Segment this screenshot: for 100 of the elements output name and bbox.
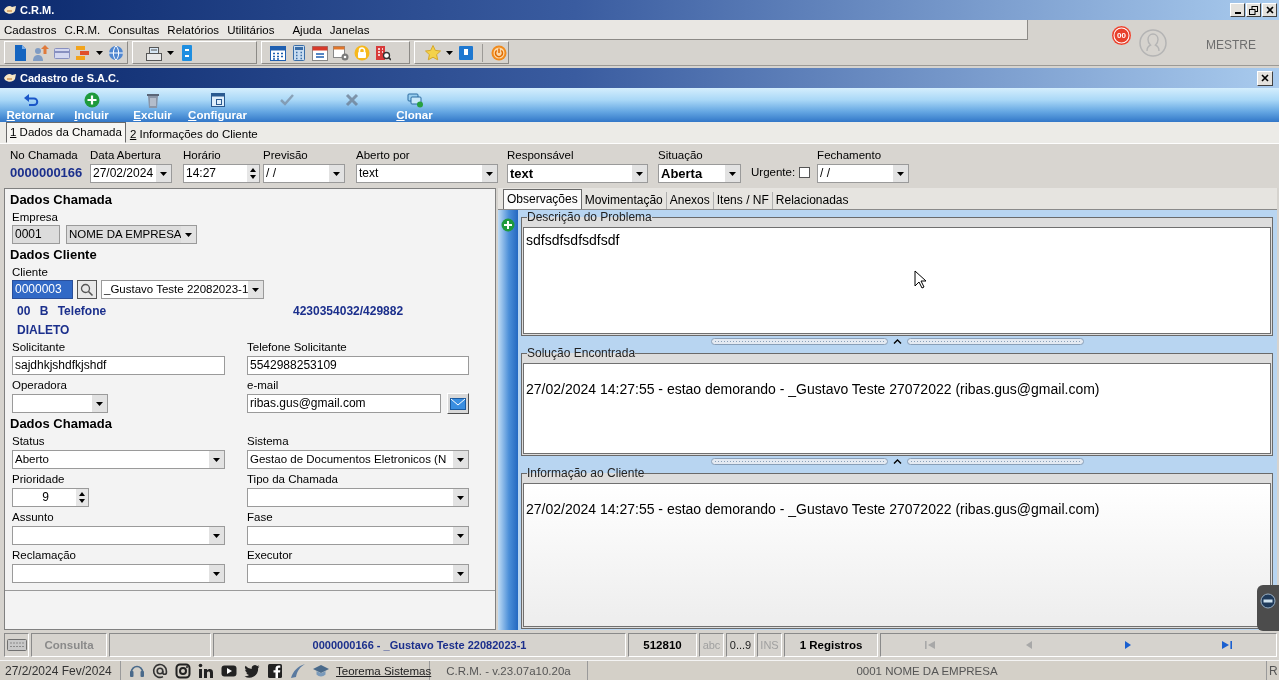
restore-button[interactable] xyxy=(1246,3,1261,17)
tab[interactable]: Relacionadas xyxy=(771,192,852,209)
minimize-button[interactable] xyxy=(1230,3,1245,17)
close-icon xyxy=(1261,74,1269,82)
side-tab-button[interactable] xyxy=(1257,585,1279,631)
graduation-cap-icon[interactable] xyxy=(313,662,329,679)
panel-icon[interactable] xyxy=(458,44,474,61)
calendar-gear-icon[interactable] xyxy=(333,44,349,61)
copy-icon xyxy=(406,92,423,108)
checkbox-label: Urgente: xyxy=(751,165,796,179)
dropdown[interactable] xyxy=(12,394,108,413)
spin-arrows-icon xyxy=(76,489,88,506)
field-label: Responsável xyxy=(507,148,575,162)
calendar-icon[interactable] xyxy=(270,44,286,61)
dropdown[interactable]: Aberta xyxy=(658,164,741,183)
record-number: 0000000166 xyxy=(10,164,84,182)
tab[interactable]: 2 Informações do Cliente xyxy=(125,124,262,143)
menu-item[interactable]: C.R.M. xyxy=(60,21,105,38)
close-button[interactable] xyxy=(1257,70,1273,86)
dropdown[interactable] xyxy=(12,526,225,545)
keyboard-icon[interactable] xyxy=(6,639,27,651)
dropdown[interactable]: text xyxy=(356,164,498,183)
text-field[interactable]: 0000003 xyxy=(12,280,73,299)
dropdown[interactable] xyxy=(247,526,469,545)
tab[interactable]: Itens / NF xyxy=(712,192,772,209)
dropdown[interactable]: text xyxy=(507,164,648,183)
dropdown[interactable] xyxy=(247,488,469,507)
field-label: Situação xyxy=(658,148,704,162)
menu-item[interactable]: Utilitários xyxy=(223,21,279,38)
linkedin-icon[interactable] xyxy=(198,662,214,679)
grip-icon[interactable] xyxy=(710,456,1084,466)
dropdown[interactable]: Aberto xyxy=(12,450,225,469)
field-label: Solicitante xyxy=(12,340,67,354)
globe-icon[interactable] xyxy=(108,44,124,61)
client-note: DIALETO xyxy=(16,323,71,337)
field-label: Tipo da Chamada xyxy=(247,472,339,486)
grip-icon[interactable] xyxy=(710,336,1084,346)
field-label: Prioridade xyxy=(12,472,66,486)
text-field[interactable]: 5542988253109 xyxy=(247,356,469,375)
dropdown[interactable]: / / xyxy=(263,164,345,183)
menu-item[interactable]: Relatórios xyxy=(163,21,224,38)
tab[interactable]: Movimentação xyxy=(581,192,666,209)
tab[interactable]: Observações xyxy=(503,189,582,209)
plus-icon[interactable] xyxy=(501,218,515,232)
camera-icon[interactable] xyxy=(175,662,191,679)
caret-icon[interactable] xyxy=(96,50,103,55)
facebook-icon[interactable] xyxy=(267,662,283,679)
field-label: Horário xyxy=(183,148,222,162)
building-search-icon[interactable] xyxy=(375,44,391,61)
form-title: Cadastro de S.A.C. xyxy=(20,71,120,85)
tab[interactable]: Anexos xyxy=(665,192,713,209)
close-button[interactable] xyxy=(1262,3,1277,17)
menu-item[interactable]: Consultas xyxy=(104,21,164,38)
text-area[interactable]: 27/02/2024 14:27:55 - estao demorando - _Gustavo Teste 27072022 (ribas.gus@gmail.com) xyxy=(523,363,1271,454)
caret-icon xyxy=(92,395,107,412)
caret-icon[interactable] xyxy=(167,50,174,55)
field-label: Assunto xyxy=(12,510,55,524)
text-area[interactable]: sdfsdfsdfsdfsdf xyxy=(523,227,1271,334)
search-button[interactable] xyxy=(77,280,97,299)
code-text: 512810 xyxy=(628,633,697,657)
caret-icon[interactable] xyxy=(446,50,453,55)
text-field[interactable]: sajdhkjshdfkjshdf xyxy=(12,356,225,375)
dropdown[interactable]: / / xyxy=(817,164,910,183)
email-button[interactable] xyxy=(447,393,469,414)
dropdown[interactable]: 27/02/2024 xyxy=(90,164,172,183)
dropdown[interactable] xyxy=(12,564,225,583)
users-icon[interactable] xyxy=(33,44,49,61)
tile-icon[interactable] xyxy=(179,44,195,61)
star-icon[interactable] xyxy=(425,44,441,61)
tab[interactable]: 1 Dados da Chamada xyxy=(6,122,126,143)
caret-icon xyxy=(248,281,264,298)
spinner-field[interactable]: 9 xyxy=(12,488,89,507)
caret-icon xyxy=(453,489,468,506)
dropdown[interactable]: Gestao de Documentos Eletronicos (N xyxy=(247,450,469,469)
field-label: Operadora xyxy=(12,378,68,392)
indicator: 0...9 xyxy=(726,633,755,657)
calculator-icon[interactable] xyxy=(291,44,307,61)
client-info: 00 B Telefone xyxy=(17,304,108,318)
menu-item[interactable]: Ajuda xyxy=(288,21,326,38)
field-label: Status xyxy=(12,434,46,448)
swoosh-icon[interactable] xyxy=(290,662,306,679)
notification-badge[interactable]: 00 xyxy=(1112,26,1131,45)
calendar-icon[interactable] xyxy=(312,44,328,61)
checkbox[interactable] xyxy=(799,166,811,178)
document-icon[interactable] xyxy=(12,44,28,61)
cash-register-icon[interactable] xyxy=(146,44,162,61)
caret-icon xyxy=(209,527,224,544)
link[interactable]: Teorema Sistemas xyxy=(336,664,432,677)
power-icon[interactable] xyxy=(491,44,507,61)
stack-icon[interactable] xyxy=(75,44,91,61)
at-sign-icon[interactable] xyxy=(152,662,168,679)
field-label: Aberto por xyxy=(356,148,411,162)
dropdown[interactable] xyxy=(247,564,469,583)
text-area[interactable]: 27/02/2024 14:27:55 - estao demorando - _Gustavo Teste 27072022 (ribas.gus@gmail.com) xyxy=(523,483,1271,627)
bird-icon[interactable] xyxy=(244,662,260,679)
dropdown[interactable]: _Gustavo Teste 22082023-1 xyxy=(101,280,265,299)
text-field[interactable]: ribas.gus@gmail.com xyxy=(247,394,441,413)
spinner-field[interactable]: 14:27 xyxy=(183,164,260,183)
menu-item[interactable]: Janelas xyxy=(325,21,374,38)
menu-item[interactable]: Cadastros xyxy=(0,21,61,38)
